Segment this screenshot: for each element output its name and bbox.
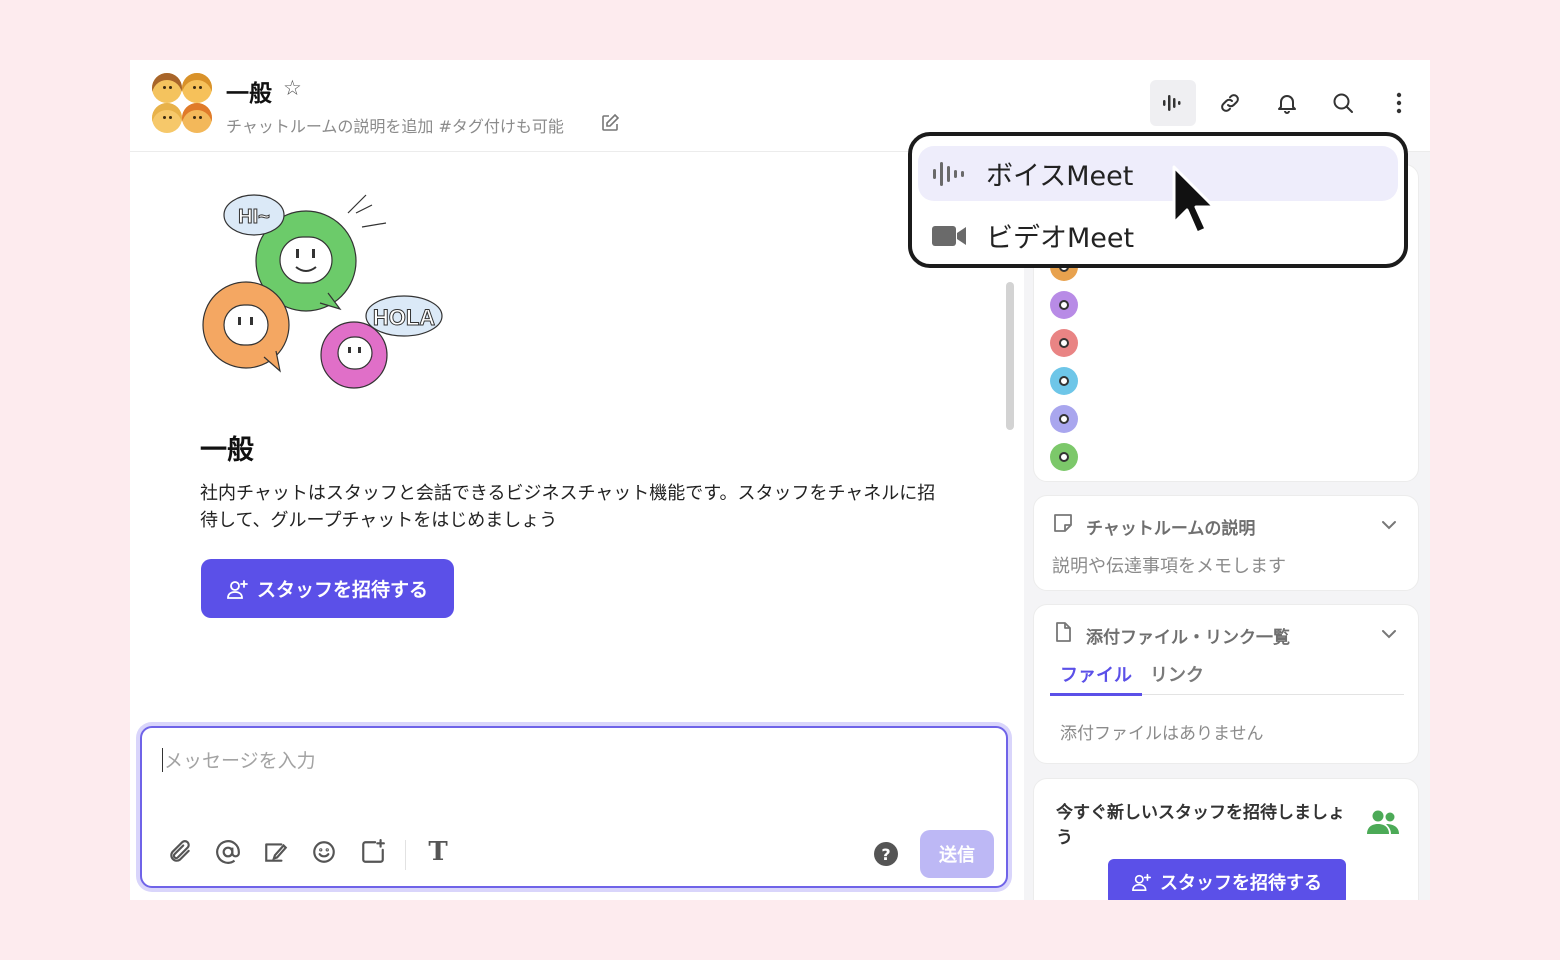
room-description[interactable]: チャットルームの説明を追加 #タグ付けも可能 [226, 113, 564, 137]
emoji-button[interactable] [310, 838, 338, 866]
invite-panel: 今すぐ新しいスタッフを招待しましょう スタッフを招待する [1033, 778, 1419, 900]
help-icon[interactable]: ? [874, 842, 898, 866]
attach-button[interactable] [166, 838, 194, 866]
people-icon [1367, 810, 1399, 834]
room-description-placeholder[interactable]: 説明や伝達事項をメモします [1052, 552, 1286, 578]
chevron-down-icon[interactable] [1380, 516, 1398, 534]
family-member-face [152, 103, 182, 133]
panel-title: チャットルームの説明 [1086, 519, 1256, 539]
voice-wave-icon [1163, 95, 1181, 111]
member-avatar[interactable] [1050, 405, 1078, 433]
avatar-face [1059, 338, 1069, 348]
meet-dropdown-menu: ボイスMeet ビデオMeet [908, 132, 1408, 268]
hola-bubble-text: HOLA [373, 305, 435, 330]
at-sign-icon [216, 840, 240, 864]
family-member-face [182, 73, 212, 103]
more-vertical-icon [1396, 92, 1402, 114]
bell-icon [1278, 95, 1296, 114]
add-action-button[interactable] [359, 838, 387, 866]
add-square-icon [362, 839, 385, 863]
main-description: 社内チャットはスタッフと会話できるビジネスチャット機能です。スタッフをチャネルに… [200, 483, 936, 531]
member-avatar[interactable] [1050, 329, 1078, 357]
star-icon[interactable]: ☆ [283, 76, 302, 100]
link-icon [1221, 94, 1239, 112]
add-user-icon [1132, 873, 1151, 891]
member-avatar[interactable] [1050, 443, 1078, 471]
hi-bubble-text: HI~ [238, 206, 270, 228]
menu-item-voice-meet[interactable]: ボイスMeet [918, 146, 1398, 201]
panel-title: 添付ファイル・リンク一覧 [1086, 628, 1290, 648]
menu-item-video-meet[interactable]: ビデオMeet [918, 208, 1398, 263]
invite-staff-label: スタッフを招待する [256, 579, 428, 601]
toolbar-divider [405, 840, 406, 870]
tab-links[interactable]: リンク [1150, 661, 1204, 695]
chat-window: 一般 ☆ チャットルームの説明を追加 #タグ付けも可能 HI~ HOLA 一般 … [130, 60, 1430, 900]
member-avatar[interactable] [1050, 367, 1078, 395]
files-tabs: ファイル リンク [1050, 661, 1404, 696]
more-button[interactable] [1376, 80, 1422, 126]
scrollbar[interactable] [1006, 282, 1014, 430]
notification-button[interactable] [1264, 80, 1310, 126]
link-button[interactable] [1207, 80, 1253, 126]
file-icon [1056, 622, 1071, 642]
note-button[interactable] [262, 838, 290, 866]
invite-staff-button[interactable]: スタッフを招待する [201, 559, 454, 618]
message-input[interactable]: メッセージを入力 [164, 746, 316, 773]
chat-illustration: HI~ HOLA [202, 194, 443, 389]
chevron-down-icon[interactable] [1380, 625, 1398, 643]
note-edit-icon [265, 843, 288, 862]
voice-meet-button[interactable] [1150, 80, 1196, 126]
video-camera-icon [932, 221, 966, 251]
files-empty-message: 添付ファイルはありません [1060, 724, 1264, 744]
send-button[interactable]: 送信 [920, 830, 994, 878]
search-button[interactable] [1320, 80, 1366, 126]
text-caret [162, 748, 163, 772]
search-icon [1333, 93, 1353, 113]
avatar-face [1059, 376, 1069, 386]
mouse-cursor-icon [1172, 165, 1216, 235]
mention-button[interactable] [214, 838, 242, 866]
invite-staff-label: スタッフを招待する [1160, 873, 1322, 894]
room-title: 一般 [226, 81, 272, 107]
avatar-face [1059, 452, 1069, 462]
avatar-face [1059, 414, 1069, 424]
family-member-face [152, 73, 182, 103]
paperclip-icon [170, 840, 190, 862]
room-description-panel: チャットルームの説明 説明や伝達事項をメモします [1033, 495, 1419, 591]
voice-wave-icon [932, 159, 966, 189]
menu-item-label: ビデオMeet [986, 223, 1135, 254]
member-avatar[interactable] [1050, 291, 1078, 319]
room-avatar [152, 73, 212, 133]
add-user-icon [227, 579, 248, 599]
text-format-button[interactable]: T [424, 837, 452, 867]
avatar-face [1059, 300, 1069, 310]
invite-staff-button-secondary[interactable]: スタッフを招待する [1108, 859, 1346, 900]
family-member-face [182, 103, 212, 133]
menu-item-label: ボイスMeet [986, 161, 1134, 192]
edit-icon[interactable] [600, 113, 620, 133]
note-icon [1054, 514, 1072, 532]
tab-files[interactable]: ファイル [1050, 661, 1142, 696]
main-title: 一般 [200, 435, 254, 466]
files-panel: 添付ファイル・リンク一覧 ファイル リンク 添付ファイルはありません [1033, 604, 1419, 764]
message-composer[interactable]: メッセージを入力 T ? 送信 [140, 726, 1008, 888]
smiley-icon [313, 841, 335, 863]
invite-panel-title: 今すぐ新しいスタッフを招待しましょう [1056, 803, 1345, 848]
